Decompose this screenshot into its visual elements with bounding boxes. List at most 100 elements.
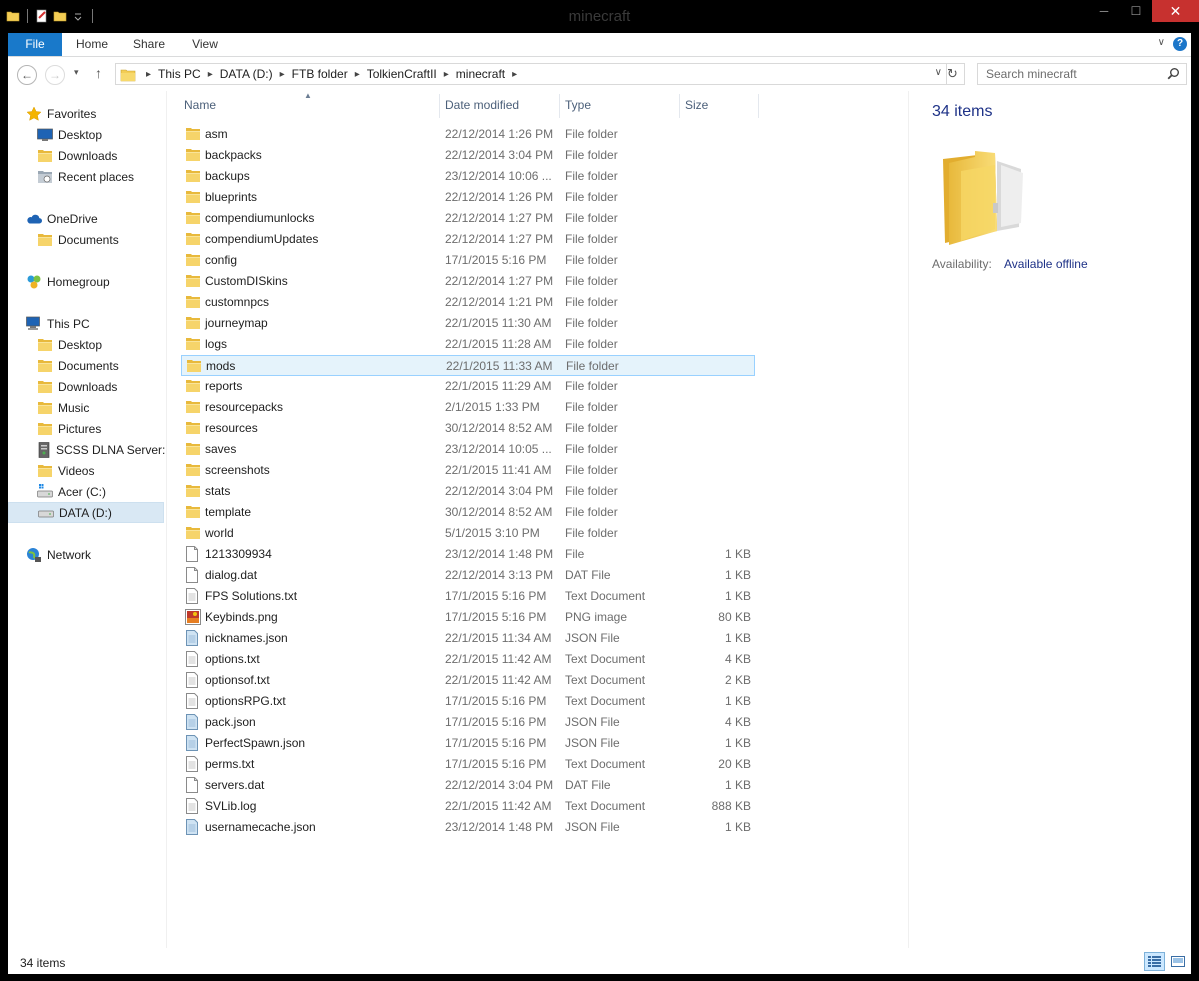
nav-item-acer-c[interactable]: Acer (C:): [8, 481, 166, 502]
file-row[interactable]: nicknames.json 22/1/2015 11:34 AM JSON Fil…: [181, 628, 755, 649]
column-separator[interactable]: [559, 94, 560, 118]
nav-item-this-pc[interactable]: This PC: [8, 313, 166, 334]
nav-item-homegroup[interactable]: Homegroup: [8, 271, 166, 292]
breadcrumb-minecraft[interactable]: minecraft: [453, 67, 508, 81]
nav-item-onedrive[interactable]: OneDrive: [8, 208, 166, 229]
file-row[interactable]: SVLib.log 22/1/2015 11:42 AM Text Document…: [181, 796, 755, 817]
file-row[interactable]: optionsof.txt 22/1/2015 11:42 AM Text Docu…: [181, 670, 755, 691]
column-header-type[interactable]: Type: [565, 98, 591, 114]
refresh-button[interactable]: ↻: [941, 63, 965, 85]
large-icons-view-button[interactable]: [1167, 952, 1188, 971]
tab-file[interactable]: File: [8, 33, 62, 56]
file-row[interactable]: servers.dat 22/12/2014 3:04 PM DAT File 1 K…: [181, 775, 755, 796]
expand-ribbon-icon[interactable]: ∨: [1158, 37, 1165, 48]
title-bar[interactable]: minecraft ─ ☐ ✕: [0, 0, 1199, 33]
breadcrumb-separator-icon[interactable]: ▸: [276, 69, 289, 80]
search-icon[interactable]: [1167, 67, 1180, 83]
forward-button[interactable]: →: [45, 65, 65, 85]
file-row[interactable]: stats 22/12/2014 3:04 PM File folder: [181, 481, 755, 502]
file-row[interactable]: compendiumunlocks 22/12/2014 1:27 PM File …: [181, 208, 755, 229]
file-row[interactable]: compendiumUpdates 22/12/2014 1:27 PM File …: [181, 229, 755, 250]
tab-view[interactable]: View: [179, 33, 231, 56]
recent-locations-icon[interactable]: ▾: [74, 67, 79, 78]
nav-item-music[interactable]: Music: [8, 397, 166, 418]
file-row[interactable]: reports 22/1/2015 11:29 AM File folder: [181, 376, 755, 397]
file-row[interactable]: journeymap 22/1/2015 11:30 AM File folder: [181, 313, 755, 334]
breadcrumb-separator-icon[interactable]: ▸: [440, 69, 453, 80]
column-header-size[interactable]: Size: [685, 98, 708, 114]
breadcrumb-separator-icon[interactable]: ▸: [204, 69, 217, 80]
maximize-button[interactable]: ☐: [1120, 0, 1152, 22]
nav-item-favorites[interactable]: Favorites: [8, 103, 166, 124]
nav-item-scss-dlna-server-c[interactable]: SCSS DLNA Server: C: [8, 439, 166, 460]
file-name: pack.json: [205, 715, 256, 729]
file-row[interactable]: saves 23/12/2014 10:05 ... File folder: [181, 439, 755, 460]
column-separator[interactable]: [758, 94, 759, 118]
file-row[interactable]: blueprints 22/12/2014 1:26 PM File folder: [181, 187, 755, 208]
file-row[interactable]: resourcepacks 2/1/2015 1:33 PM File folder: [181, 397, 755, 418]
file-row[interactable]: world 5/1/2015 3:10 PM File folder: [181, 523, 755, 544]
file-row[interactable]: pack.json 17/1/2015 5:16 PM JSON File 4 KB: [181, 712, 755, 733]
file-row[interactable]: perms.txt 17/1/2015 5:16 PM Text Document 2…: [181, 754, 755, 775]
file-row[interactable]: template 30/12/2014 8:52 AM File folder: [181, 502, 755, 523]
breadcrumb-separator-icon[interactable]: ▸: [508, 69, 521, 80]
tab-home[interactable]: Home: [65, 33, 119, 56]
file-row[interactable]: backups 23/12/2014 10:06 ... File folder: [181, 166, 755, 187]
file-row[interactable]: mods 22/1/2015 11:33 AM File folder: [181, 355, 755, 376]
nav-item-downloads[interactable]: Downloads: [8, 145, 166, 166]
file-row[interactable]: customnpcs 22/12/2014 1:21 PM File folder: [181, 292, 755, 313]
search-box[interactable]: [977, 63, 1187, 85]
file-row[interactable]: resources 30/12/2014 8:52 AM File folder: [181, 418, 755, 439]
nav-item-desktop[interactable]: Desktop: [8, 334, 166, 355]
nav-item-network[interactable]: Network: [8, 544, 166, 565]
minimize-button[interactable]: ─: [1088, 0, 1120, 22]
nav-item-recent-places[interactable]: Recent places: [8, 166, 166, 187]
breadcrumb-separator-icon[interactable]: ▸: [142, 69, 155, 80]
file-row[interactable]: screenshots 22/1/2015 11:41 AM File folder: [181, 460, 755, 481]
breadcrumb-this-pc[interactable]: This PC: [155, 67, 204, 81]
close-button[interactable]: ✕: [1152, 0, 1199, 22]
file-row[interactable]: optionsRPG.txt 17/1/2015 5:16 PM Text Docu…: [181, 691, 755, 712]
breadcrumb-tolkiencraft[interactable]: TolkienCraftII: [364, 67, 440, 81]
text-file-icon: [185, 693, 201, 709]
breadcrumb-data-d[interactable]: DATA (D:): [217, 67, 276, 81]
file-row[interactable]: config 17/1/2015 5:16 PM File folder: [181, 250, 755, 271]
file-row[interactable]: usernamecache.json 23/12/2014 1:48 PM JSON…: [181, 817, 755, 838]
column-header-name[interactable]: Name: [184, 98, 216, 114]
navigation-pane[interactable]: Favorites Desktop Downloads Recent places On…: [8, 91, 166, 948]
column-separator[interactable]: [679, 94, 680, 118]
file-list[interactable]: ▲ Name Date modified Type Size asm 22/12/…: [178, 91, 778, 948]
column-separator[interactable]: [439, 94, 440, 118]
pane-splitter[interactable]: [166, 91, 167, 948]
file-row[interactable]: FPS Solutions.txt 17/1/2015 5:16 PM Text D…: [181, 586, 755, 607]
tab-share[interactable]: Share: [121, 33, 177, 56]
file-type: JSON File: [565, 736, 620, 750]
file-type: Text Document: [565, 694, 646, 708]
nav-item-desktop[interactable]: Desktop: [8, 124, 166, 145]
help-icon[interactable]: ?: [1173, 37, 1187, 51]
column-header-date-modified[interactable]: Date modified: [445, 98, 519, 114]
nav-item-downloads[interactable]: Downloads: [8, 376, 166, 397]
file-row[interactable]: backpacks 22/12/2014 3:04 PM File folder: [181, 145, 755, 166]
file-type: File folder: [565, 148, 618, 162]
file-row[interactable]: CustomDISkins 22/12/2014 1:27 PM File fold…: [181, 271, 755, 292]
breadcrumb-separator-icon[interactable]: ▸: [351, 69, 364, 80]
nav-item-data-d[interactable]: DATA (D:): [8, 502, 164, 523]
nav-item-pictures[interactable]: Pictures: [8, 418, 166, 439]
search-input[interactable]: [978, 64, 1164, 84]
file-row[interactable]: dialog.dat 22/12/2014 3:13 PM DAT File 1 KB: [181, 565, 755, 586]
address-bar[interactable]: ▸ This PC ▸ DATA (D:) ▸ FTB folder ▸ Tol…: [115, 63, 947, 85]
nav-item-videos[interactable]: Videos: [8, 460, 166, 481]
nav-item-documents[interactable]: Documents: [8, 355, 166, 376]
up-button[interactable]: ↑: [95, 65, 102, 81]
file-row[interactable]: options.txt 22/1/2015 11:42 AM Text Docume…: [181, 649, 755, 670]
file-row[interactable]: logs 22/1/2015 11:28 AM File folder: [181, 334, 755, 355]
file-row[interactable]: Keybinds.png 17/1/2015 5:16 PM PNG image 80…: [181, 607, 755, 628]
nav-item-documents[interactable]: Documents: [8, 229, 166, 250]
file-row[interactable]: PerfectSpawn.json 17/1/2015 5:16 PM JSON F…: [181, 733, 755, 754]
file-row[interactable]: asm 22/12/2014 1:26 PM File folder: [181, 124, 755, 145]
breadcrumb-ftb-folder[interactable]: FTB folder: [289, 67, 351, 81]
details-view-button[interactable]: [1144, 952, 1165, 971]
file-row[interactable]: 1213309934 23/12/2014 1:48 PM File 1 KB: [181, 544, 755, 565]
back-button[interactable]: ←: [17, 65, 37, 85]
